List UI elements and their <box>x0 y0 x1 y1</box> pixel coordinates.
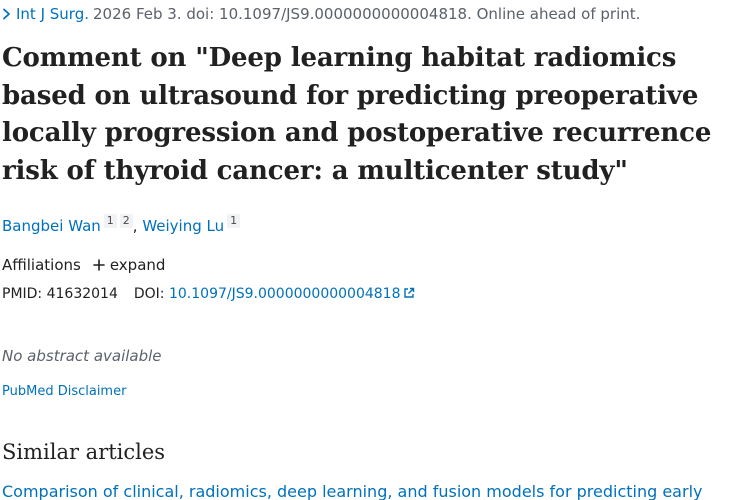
expand-label: expand <box>109 256 166 274</box>
pmid-value: 41632014 <box>46 286 118 302</box>
journal-citation: Int J Surg. 2026 Feb 3. doi: 10.1097/JS9.… <box>2 4 640 24</box>
author-link[interactable]: Bangbei Wan <box>2 217 101 235</box>
affiliations-section: Affiliations expand <box>2 255 165 276</box>
pubmed-disclaimer-link[interactable]: PubMed Disclaimer <box>2 382 126 402</box>
pmid-label: PMID: <box>2 286 43 302</box>
affiliation-ref[interactable]: 1 <box>103 214 117 228</box>
article-identifiers: PMID: 41632014 DOI: 10.1097/JS9.000000000… <box>2 284 415 305</box>
plus-icon <box>93 256 105 276</box>
affiliations-label: Affiliations <box>2 256 81 274</box>
author-link[interactable]: Weiying Lu <box>142 217 224 235</box>
external-link-icon[interactable] <box>403 285 415 305</box>
journal-link[interactable]: Int J Surg. <box>16 5 89 23</box>
author-separator: , <box>132 217 143 235</box>
affiliation-ref[interactable]: 1 <box>227 214 241 228</box>
doi-label: DOI: <box>133 286 165 302</box>
article-title: Comment on "Deep learning habitat radiom… <box>2 43 712 186</box>
affiliations-expand-button[interactable]: expand <box>93 256 166 276</box>
doi-link[interactable]: 10.1097/JS9.0000000000004818 <box>169 286 401 302</box>
affiliation-ref[interactable]: 2 <box>119 214 133 228</box>
similar-articles-heading: Similar articles <box>2 440 166 464</box>
chevron-right-icon[interactable] <box>2 5 11 25</box>
citation-details: 2026 Feb 3. doi: 10.1097/JS9.00000000000… <box>93 5 641 23</box>
authors-list: Bangbei Wan 1 2, Weiying Lu 1 <box>2 214 241 238</box>
article-page: Int J Surg. 2026 Feb 3. doi: 10.1097/JS9.… <box>0 0 750 500</box>
no-abstract-text: No abstract available <box>2 347 162 365</box>
similar-article-link[interactable]: Comparison of clinical, radiomics, deep … <box>2 480 750 500</box>
